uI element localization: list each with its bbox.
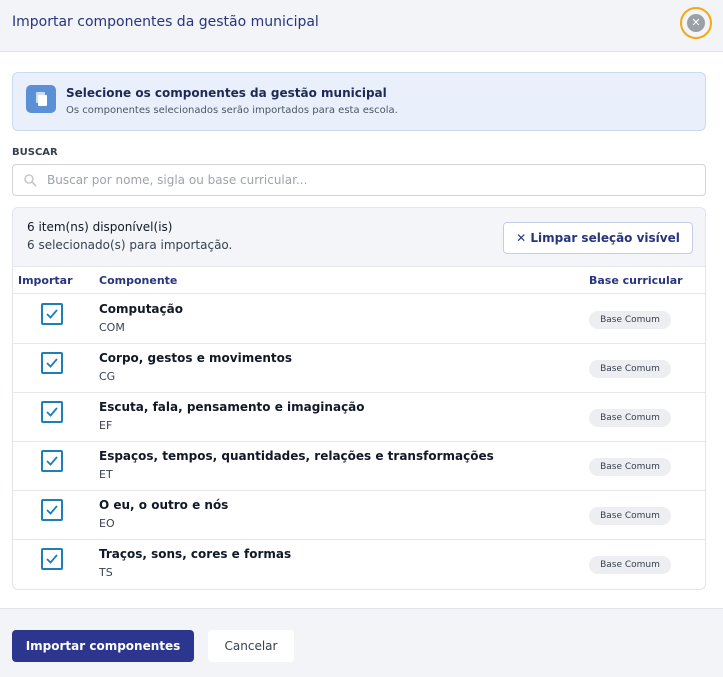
component-code: ET <box>99 468 113 481</box>
component-name: Escuta, fala, pensamento e imaginação <box>99 400 365 414</box>
component-code: EF <box>99 419 113 432</box>
clear-selection-button[interactable]: ✕ Limpar seleção visível <box>503 222 693 254</box>
check-icon <box>46 309 58 319</box>
check-icon <box>46 358 58 368</box>
selection-summary: 6 item(ns) disponível(is) 6 selecionado(… <box>13 208 705 267</box>
component-code: CG <box>99 370 116 383</box>
base-badge: Base Comum <box>589 360 671 378</box>
copy-icon <box>26 85 56 113</box>
dialog-header: Importar componentes da gestão municipal… <box>0 0 723 52</box>
dialog-footer: Importar componentes Cancelar <box>0 608 723 677</box>
component-code: EO <box>99 517 115 530</box>
component-code: COM <box>99 321 125 334</box>
column-header-base: Base curricular <box>589 274 683 287</box>
import-checkbox[interactable] <box>41 499 63 521</box>
import-checkbox[interactable] <box>41 352 63 374</box>
close-button[interactable]: ✕ <box>680 7 712 39</box>
check-icon <box>46 505 58 515</box>
table-row: Computação COM Base Comum <box>13 295 705 344</box>
component-name: Corpo, gestos e movimentos <box>99 351 293 365</box>
components-panel: 6 item(ns) disponível(is) 6 selecionado(… <box>12 207 706 590</box>
component-name: Computação <box>99 302 183 316</box>
available-count: 6 item(ns) disponível(is) <box>27 220 173 234</box>
table-row: Corpo, gestos e movimentos CG Base Comum <box>13 344 705 393</box>
import-components-button[interactable]: Importar componentes <box>12 630 194 662</box>
import-checkbox[interactable] <box>41 401 63 423</box>
base-badge: Base Comum <box>589 507 671 525</box>
cancel-button[interactable]: Cancelar <box>208 630 294 662</box>
table-row: Espaços, tempos, quantidades, relações e… <box>13 442 705 491</box>
base-badge: Base Comum <box>589 311 671 329</box>
info-banner: Selecione os componentes da gestão munic… <box>12 72 706 131</box>
table-row: Traços, sons, cores e formas TS Base Com… <box>13 540 705 589</box>
search-box[interactable] <box>12 164 706 196</box>
import-checkbox[interactable] <box>41 450 63 472</box>
check-icon <box>46 554 58 564</box>
column-header-import: Importar <box>18 274 73 287</box>
import-checkbox[interactable] <box>41 303 63 325</box>
info-text: Os componentes selecionados serão import… <box>66 105 398 116</box>
component-code: TS <box>99 566 113 579</box>
base-badge: Base Comum <box>589 409 671 427</box>
selected-count: 6 selecionado(s) para importação. <box>27 238 233 252</box>
close-icon: ✕ <box>687 14 705 32</box>
search-input[interactable] <box>47 169 687 191</box>
dialog-title: Importar componentes da gestão municipal <box>12 14 319 30</box>
info-title: Selecione os componentes da gestão munic… <box>66 86 387 100</box>
search-icon <box>24 174 37 187</box>
base-badge: Base Comum <box>589 458 671 476</box>
search-label: BUSCAR <box>12 147 58 158</box>
component-name: Espaços, tempos, quantidades, relações e… <box>99 449 494 463</box>
check-icon <box>46 456 58 466</box>
check-icon <box>46 407 58 417</box>
base-badge: Base Comum <box>589 556 671 574</box>
import-checkbox[interactable] <box>41 548 63 570</box>
column-header-component: Componente <box>99 274 178 287</box>
component-name: O eu, o outro e nós <box>99 498 229 512</box>
table-row: O eu, o outro e nós EO Base Comum <box>13 491 705 540</box>
component-name: Traços, sons, cores e formas <box>99 547 292 561</box>
table-row: Escuta, fala, pensamento e imaginação EF… <box>13 393 705 442</box>
table-header: Importar Componente Base curricular <box>13 267 705 294</box>
